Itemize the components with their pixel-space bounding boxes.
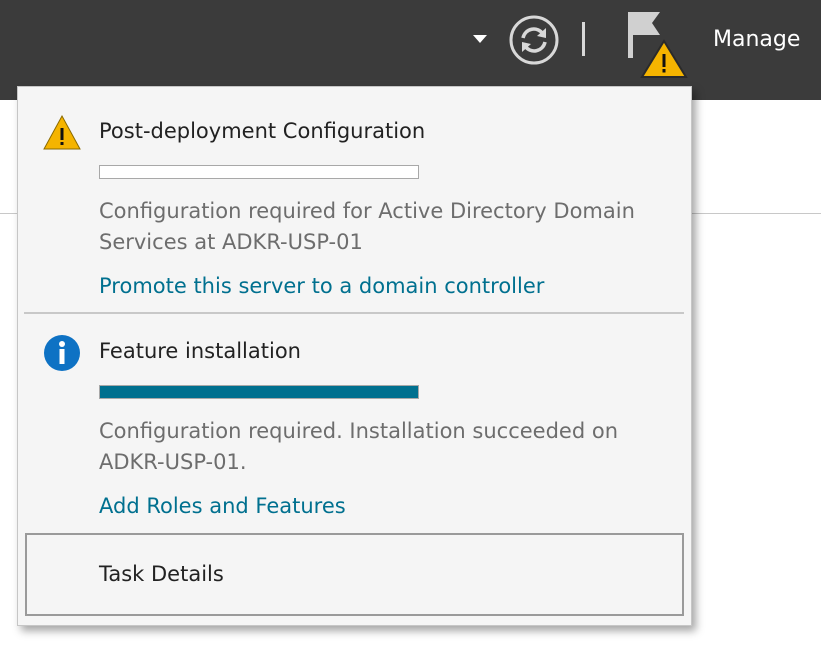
top-toolbar: Manage <box>0 0 821 100</box>
notification-divider <box>24 312 684 314</box>
warning-icon <box>43 114 81 150</box>
toolbar-separator <box>582 22 585 56</box>
notification-title: Feature installation <box>99 339 301 363</box>
refresh-icon[interactable] <box>508 14 560 66</box>
manage-menu[interactable]: Manage <box>713 26 800 54</box>
notification-title: Post-deployment Configuration <box>99 119 426 143</box>
promote-domain-controller-link[interactable]: Promote this server to a domain controll… <box>99 272 544 300</box>
notifications-panel: Post-deployment Configuration Configurat… <box>17 86 692 626</box>
notification-description: Configuration required for Active Direct… <box>99 199 635 254</box>
task-details-button[interactable]: Task Details <box>25 533 684 616</box>
notification-progress-bar <box>99 165 419 179</box>
add-roles-features-link[interactable]: Add Roles and Features <box>99 492 346 520</box>
notification-description: Configuration required. Installation suc… <box>99 419 619 474</box>
progress-fill <box>100 386 418 398</box>
task-details-label: Task Details <box>99 562 224 586</box>
dropdown-arrow-icon[interactable] <box>473 35 487 43</box>
flag-warning-icon[interactable] <box>624 8 688 80</box>
notification-progress-bar <box>99 385 419 399</box>
info-icon <box>44 335 80 371</box>
